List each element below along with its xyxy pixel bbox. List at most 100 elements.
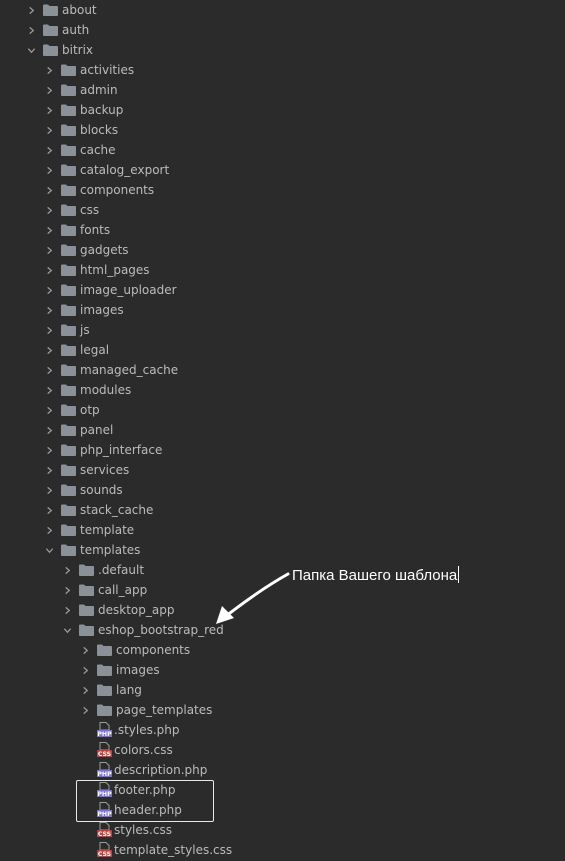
chevron-right-icon[interactable]	[62, 600, 72, 620]
chevron-right-icon[interactable]	[44, 120, 54, 140]
chevron-right-icon[interactable]	[44, 140, 54, 160]
tree-item-label: .styles.php	[114, 723, 180, 737]
tree-item-label: php_interface	[80, 443, 163, 457]
tree-item-label: js	[80, 323, 90, 337]
chevron-right-icon[interactable]	[44, 260, 54, 280]
tree-item-folder[interactable]: lang	[80, 680, 142, 700]
tree-item-label: sounds	[80, 483, 123, 497]
tree-item-folder[interactable]: sounds	[44, 480, 123, 500]
tree-item-file[interactable]: CSS colors.css	[80, 740, 173, 760]
tree-item-file[interactable]: CSS styles.css	[80, 820, 172, 840]
tree-item-folder[interactable]: backup	[44, 100, 123, 120]
tree-item-folder[interactable]: image_uploader	[44, 280, 177, 300]
chevron-right-icon[interactable]	[44, 500, 54, 520]
tree-item-folder[interactable]: auth	[26, 20, 89, 40]
chevron-right-icon[interactable]	[44, 160, 54, 180]
chevron-right-icon[interactable]	[44, 240, 54, 260]
folder-icon	[61, 244, 76, 256]
chevron-right-icon[interactable]	[80, 660, 90, 680]
chevron-right-icon[interactable]	[44, 440, 54, 460]
folder-icon	[79, 604, 94, 616]
tree-item-folder[interactable]: eshop_bootstrap_red	[62, 620, 224, 640]
chevron-right-icon[interactable]	[44, 360, 54, 380]
tree-item-folder[interactable]: images	[44, 300, 124, 320]
chevron-right-icon[interactable]	[26, 20, 36, 40]
tree-item-folder[interactable]: activities	[44, 60, 134, 80]
tree-item-folder[interactable]: templates	[44, 540, 140, 560]
tree-item-label: page_templates	[116, 703, 213, 717]
tree-item-folder[interactable]: catalog_export	[44, 160, 169, 180]
tree-item-folder[interactable]: services	[44, 460, 129, 480]
tree-item-folder[interactable]: modules	[44, 380, 131, 400]
chevron-right-icon[interactable]	[26, 0, 36, 20]
chevron-right-icon[interactable]	[44, 340, 54, 360]
chevron-right-icon[interactable]	[80, 700, 90, 720]
tree-item-folder[interactable]: php_interface	[44, 440, 162, 460]
chevron-right-icon[interactable]	[62, 580, 72, 600]
chevron-right-icon[interactable]	[44, 420, 54, 440]
chevron-down-icon[interactable]	[62, 620, 72, 640]
chevron-right-icon[interactable]	[44, 220, 54, 240]
chevron-right-icon[interactable]	[44, 400, 54, 420]
chevron-right-icon[interactable]	[44, 480, 54, 500]
tree-item-label: description.php	[114, 763, 208, 777]
tree-item-folder[interactable]: page_templates	[80, 700, 212, 720]
tree-item-folder[interactable]: legal	[44, 340, 109, 360]
tree-item-folder[interactable]: admin	[44, 80, 118, 100]
chevron-down-icon[interactable]	[26, 40, 36, 60]
tree-item-folder[interactable]: call_app	[62, 580, 147, 600]
chevron-right-icon[interactable]	[44, 100, 54, 120]
folder-icon	[61, 224, 76, 236]
chevron-right-icon[interactable]	[44, 460, 54, 480]
chevron-right-icon[interactable]	[44, 180, 54, 200]
chevron-right-icon[interactable]	[44, 380, 54, 400]
tree-item-file[interactable]: PHP .styles.php	[80, 720, 180, 740]
chevron-right-icon[interactable]	[44, 80, 54, 100]
tree-item-folder[interactable]: template	[44, 520, 134, 540]
chevron-right-icon[interactable]	[44, 520, 54, 540]
tree-item-label: components	[80, 183, 155, 197]
chevron-right-icon[interactable]	[44, 280, 54, 300]
css-file-icon: CSS	[97, 822, 112, 838]
chevron-right-icon[interactable]	[80, 640, 90, 660]
tree-item-file[interactable]: CSS template_styles.css	[80, 840, 232, 860]
tree-item-folder[interactable]: html_pages	[44, 260, 150, 280]
tree-item-folder[interactable]: bitrix	[26, 40, 93, 60]
tree-item-folder[interactable]: otp	[44, 400, 100, 420]
chevron-right-icon[interactable]	[44, 300, 54, 320]
tree-item-folder[interactable]: panel	[44, 420, 113, 440]
tree-item-label: images	[80, 303, 124, 317]
chevron-right-icon[interactable]	[44, 320, 54, 340]
tree-item-folder[interactable]: images	[80, 660, 160, 680]
chevron-down-icon[interactable]	[44, 540, 54, 560]
tree-item-folder[interactable]: cache	[44, 140, 116, 160]
folder-icon	[61, 204, 76, 216]
tree-item-file[interactable]: PHP description.php	[80, 760, 207, 780]
tree-item-label: template	[80, 523, 135, 537]
tree-item-label: services	[80, 463, 130, 477]
tree-item-label: activities	[80, 63, 135, 77]
tree-item-folder[interactable]: components	[44, 180, 154, 200]
tree-item-folder[interactable]: about	[26, 0, 97, 20]
chevron-right-icon[interactable]	[80, 680, 90, 700]
tree-item-folder[interactable]: desktop_app	[62, 600, 174, 620]
tree-item-folder[interactable]: stack_cache	[44, 500, 153, 520]
tree-item-folder[interactable]: blocks	[44, 120, 118, 140]
tree-item-folder[interactable]: .default	[62, 560, 144, 580]
svg-text:CSS: CSS	[98, 831, 111, 838]
folder-icon	[61, 84, 76, 96]
tree-item-folder[interactable]: managed_cache	[44, 360, 178, 380]
tree-item-folder[interactable]: css	[44, 200, 99, 220]
tree-item-folder[interactable]: js	[44, 320, 90, 340]
tree-item-folder[interactable]: fonts	[44, 220, 110, 240]
tree-item-folder[interactable]: gadgets	[44, 240, 129, 260]
tree-item-label: desktop_app	[98, 603, 175, 617]
folder-icon	[61, 444, 76, 456]
chevron-right-icon[interactable]	[44, 200, 54, 220]
chevron-right-icon[interactable]	[44, 60, 54, 80]
folder-icon	[97, 644, 112, 656]
svg-text:CSS: CSS	[98, 851, 111, 858]
folder-icon	[61, 504, 76, 516]
chevron-right-icon[interactable]	[62, 560, 72, 580]
tree-item-folder[interactable]: components	[80, 640, 190, 660]
